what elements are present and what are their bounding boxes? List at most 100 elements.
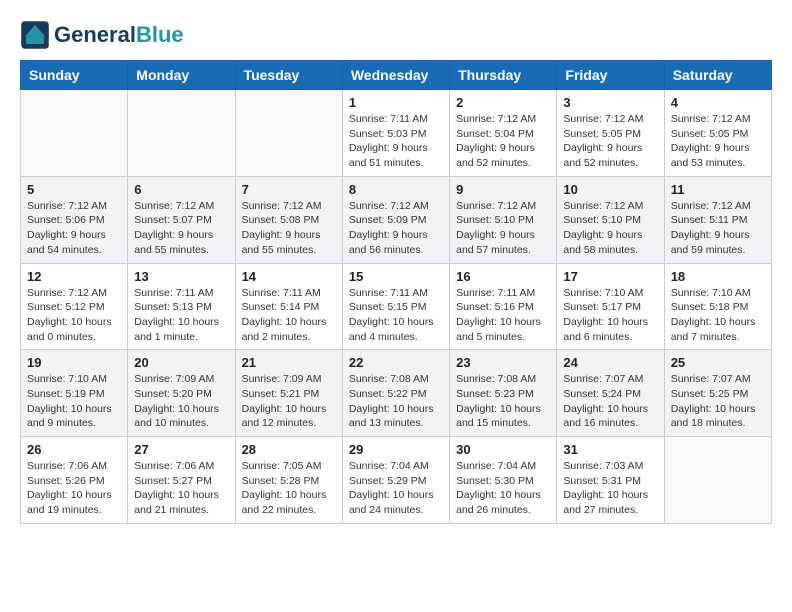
day-number: 17 (563, 269, 657, 284)
day-info: Sunrise: 7:10 AMSunset: 5:18 PMDaylight:… (671, 286, 765, 345)
day-header-monday: Monday (128, 61, 235, 90)
day-info: Sunrise: 7:12 AMSunset: 5:05 PMDaylight:… (671, 112, 765, 171)
calendar-cell (664, 437, 771, 524)
day-info: Sunrise: 7:06 AMSunset: 5:27 PMDaylight:… (134, 459, 228, 518)
calendar-cell: 15 Sunrise: 7:11 AMSunset: 5:15 PMDayligh… (342, 263, 449, 350)
day-info: Sunrise: 7:12 AMSunset: 5:10 PMDaylight:… (456, 199, 550, 258)
day-info: Sunrise: 7:05 AMSunset: 5:28 PMDaylight:… (242, 459, 336, 518)
day-info: Sunrise: 7:11 AMSunset: 5:16 PMDaylight:… (456, 286, 550, 345)
day-number: 29 (349, 442, 443, 457)
calendar-cell: 17 Sunrise: 7:10 AMSunset: 5:17 PMDayligh… (557, 263, 664, 350)
calendar-cell: 13 Sunrise: 7:11 AMSunset: 5:13 PMDayligh… (128, 263, 235, 350)
week-row-4: 19 Sunrise: 7:10 AMSunset: 5:19 PMDayligh… (21, 350, 772, 437)
day-number: 19 (27, 355, 121, 370)
day-info: Sunrise: 7:12 AMSunset: 5:05 PMDaylight:… (563, 112, 657, 171)
calendar-cell: 27 Sunrise: 7:06 AMSunset: 5:27 PMDayligh… (128, 437, 235, 524)
week-row-1: 1 Sunrise: 7:11 AMSunset: 5:03 PMDaylight… (21, 90, 772, 177)
day-number: 13 (134, 269, 228, 284)
day-number: 26 (27, 442, 121, 457)
calendar-cell: 5 Sunrise: 7:12 AMSunset: 5:06 PMDaylight… (21, 176, 128, 263)
logo-text: GeneralBlue (54, 23, 184, 47)
calendar-cell: 3 Sunrise: 7:12 AMSunset: 5:05 PMDaylight… (557, 90, 664, 177)
day-number: 24 (563, 355, 657, 370)
day-info: Sunrise: 7:12 AMSunset: 5:12 PMDaylight:… (27, 286, 121, 345)
calendar-cell: 29 Sunrise: 7:04 AMSunset: 5:29 PMDayligh… (342, 437, 449, 524)
day-info: Sunrise: 7:12 AMSunset: 5:04 PMDaylight:… (456, 112, 550, 171)
day-info: Sunrise: 7:12 AMSunset: 5:09 PMDaylight:… (349, 199, 443, 258)
week-row-3: 12 Sunrise: 7:12 AMSunset: 5:12 PMDayligh… (21, 263, 772, 350)
calendar-cell: 7 Sunrise: 7:12 AMSunset: 5:08 PMDaylight… (235, 176, 342, 263)
calendar-cell: 31Sunrise: 7:03 AMSunset: 5:31 PMDayligh… (557, 437, 664, 524)
day-number: 8 (349, 182, 443, 197)
day-number: 5 (27, 182, 121, 197)
day-info: Sunrise: 7:10 AMSunset: 5:17 PMDaylight:… (563, 286, 657, 345)
calendar-cell: 21Sunrise: 7:09 AMSunset: 5:21 PMDayligh… (235, 350, 342, 437)
day-header-wednesday: Wednesday (342, 61, 449, 90)
calendar-cell: 24 Sunrise: 7:07 AMSunset: 5:24 PMDayligh… (557, 350, 664, 437)
calendar-cell: 9 Sunrise: 7:12 AMSunset: 5:10 PMDaylight… (450, 176, 557, 263)
calendar-cell: 12 Sunrise: 7:12 AMSunset: 5:12 PMDayligh… (21, 263, 128, 350)
day-info: Sunrise: 7:10 AMSunset: 5:19 PMDaylight:… (27, 372, 121, 431)
calendar-cell: 22 Sunrise: 7:08 AMSunset: 5:22 PMDayligh… (342, 350, 449, 437)
day-number: 30 (456, 442, 550, 457)
day-info: Sunrise: 7:07 AMSunset: 5:24 PMDaylight:… (563, 372, 657, 431)
calendar-cell: 6 Sunrise: 7:12 AMSunset: 5:07 PMDaylight… (128, 176, 235, 263)
day-number: 15 (349, 269, 443, 284)
day-number: 6 (134, 182, 228, 197)
day-number: 3 (563, 95, 657, 110)
week-row-2: 5 Sunrise: 7:12 AMSunset: 5:06 PMDaylight… (21, 176, 772, 263)
day-number: 27 (134, 442, 228, 457)
calendar-cell: 11 Sunrise: 7:12 AMSunset: 5:11 PMDayligh… (664, 176, 771, 263)
day-number: 25 (671, 355, 765, 370)
day-number: 9 (456, 182, 550, 197)
day-info: Sunrise: 7:12 AMSunset: 5:11 PMDaylight:… (671, 199, 765, 258)
day-info: Sunrise: 7:11 AMSunset: 5:13 PMDaylight:… (134, 286, 228, 345)
calendar-cell: 2Sunrise: 7:12 AMSunset: 5:04 PMDaylight… (450, 90, 557, 177)
calendar-cell (235, 90, 342, 177)
day-number: 11 (671, 182, 765, 197)
calendar-cell: 19 Sunrise: 7:10 AMSunset: 5:19 PMDayligh… (21, 350, 128, 437)
day-header-thursday: Thursday (450, 61, 557, 90)
week-row-5: 26Sunrise: 7:06 AMSunset: 5:26 PMDayligh… (21, 437, 772, 524)
calendar-cell: 26Sunrise: 7:06 AMSunset: 5:26 PMDayligh… (21, 437, 128, 524)
day-number: 16 (456, 269, 550, 284)
day-info: Sunrise: 7:12 AMSunset: 5:07 PMDaylight:… (134, 199, 228, 258)
day-header-saturday: Saturday (664, 61, 771, 90)
calendar-cell (128, 90, 235, 177)
calendar-table: SundayMondayTuesdayWednesdayThursdayFrid… (20, 60, 772, 524)
day-info: Sunrise: 7:11 AMSunset: 5:03 PMDaylight:… (349, 112, 443, 171)
day-info: Sunrise: 7:07 AMSunset: 5:25 PMDaylight:… (671, 372, 765, 431)
calendar-cell: 4Sunrise: 7:12 AMSunset: 5:05 PMDaylight… (664, 90, 771, 177)
day-number: 22 (349, 355, 443, 370)
calendar-cell (21, 90, 128, 177)
calendar-cell: 14 Sunrise: 7:11 AMSunset: 5:14 PMDayligh… (235, 263, 342, 350)
day-number: 1 (349, 95, 443, 110)
day-header-row: SundayMondayTuesdayWednesdayThursdayFrid… (21, 61, 772, 90)
day-header-friday: Friday (557, 61, 664, 90)
day-info: Sunrise: 7:11 AMSunset: 5:14 PMDaylight:… (242, 286, 336, 345)
day-info: Sunrise: 7:04 AMSunset: 5:29 PMDaylight:… (349, 459, 443, 518)
day-info: Sunrise: 7:08 AMSunset: 5:23 PMDaylight:… (456, 372, 550, 431)
day-number: 14 (242, 269, 336, 284)
day-info: Sunrise: 7:08 AMSunset: 5:22 PMDaylight:… (349, 372, 443, 431)
day-number: 18 (671, 269, 765, 284)
day-number: 20 (134, 355, 228, 370)
calendar-cell: 20Sunrise: 7:09 AMSunset: 5:20 PMDayligh… (128, 350, 235, 437)
calendar-cell: 16 Sunrise: 7:11 AMSunset: 5:16 PMDayligh… (450, 263, 557, 350)
day-number: 7 (242, 182, 336, 197)
calendar-cell: 10Sunrise: 7:12 AMSunset: 5:10 PMDayligh… (557, 176, 664, 263)
calendar-cell: 30 Sunrise: 7:04 AMSunset: 5:30 PMDayligh… (450, 437, 557, 524)
day-info: Sunrise: 7:12 AMSunset: 5:08 PMDaylight:… (242, 199, 336, 258)
day-info: Sunrise: 7:03 AMSunset: 5:31 PMDaylight:… (563, 459, 657, 518)
day-info: Sunrise: 7:04 AMSunset: 5:30 PMDaylight:… (456, 459, 550, 518)
day-info: Sunrise: 7:11 AMSunset: 5:15 PMDaylight:… (349, 286, 443, 345)
day-number: 12 (27, 269, 121, 284)
day-info: Sunrise: 7:12 AMSunset: 5:06 PMDaylight:… (27, 199, 121, 258)
day-info: Sunrise: 7:12 AMSunset: 5:10 PMDaylight:… (563, 199, 657, 258)
calendar-cell: 8 Sunrise: 7:12 AMSunset: 5:09 PMDaylight… (342, 176, 449, 263)
day-number: 21 (242, 355, 336, 370)
calendar-cell: 18 Sunrise: 7:10 AMSunset: 5:18 PMDayligh… (664, 263, 771, 350)
calendar-cell: 25 Sunrise: 7:07 AMSunset: 5:25 PMDayligh… (664, 350, 771, 437)
calendar-cell: 1 Sunrise: 7:11 AMSunset: 5:03 PMDaylight… (342, 90, 449, 177)
day-number: 28 (242, 442, 336, 457)
